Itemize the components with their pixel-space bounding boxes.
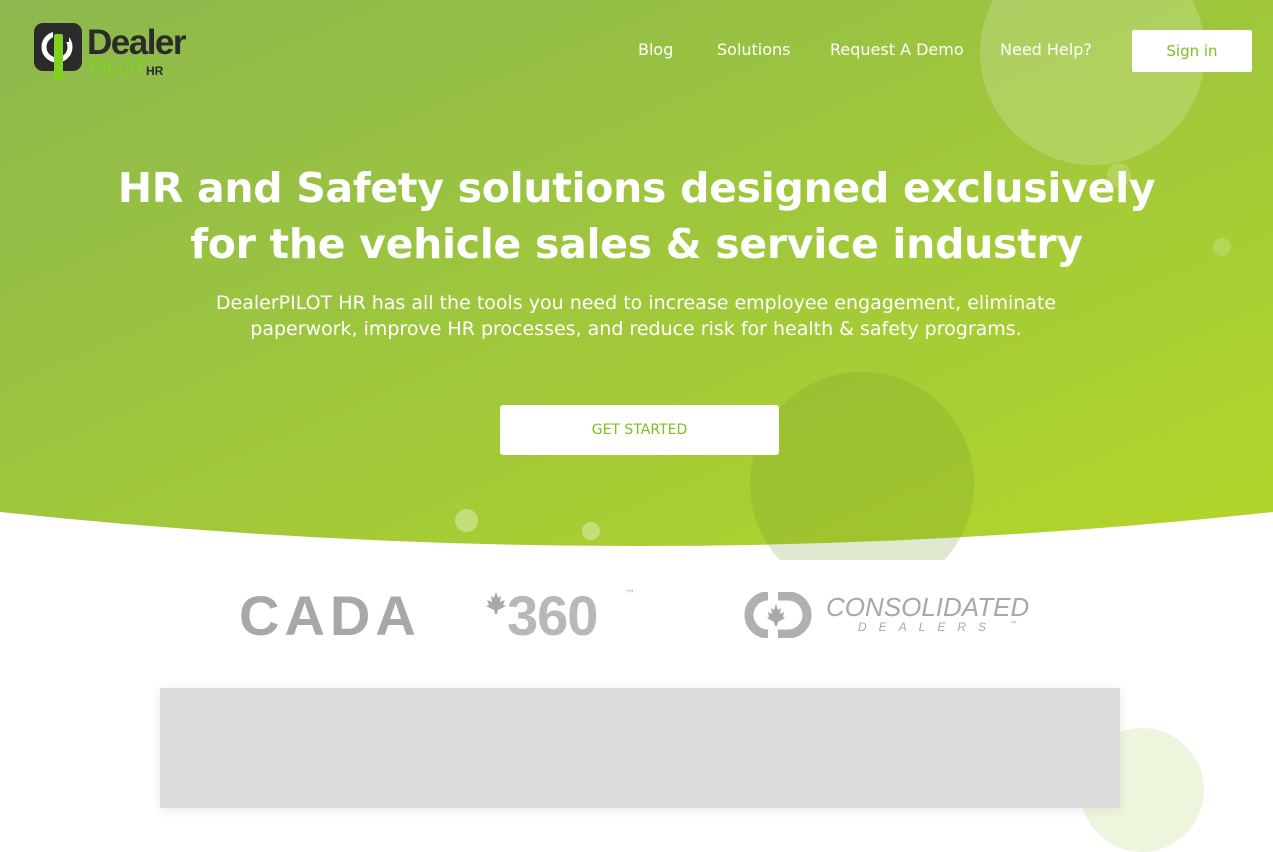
nav-link-solutions[interactable]: Solutions: [717, 40, 791, 59]
power-symbol-icon: [34, 23, 82, 80]
decor-bubble: [455, 509, 478, 532]
hero-headline: HR and Safety solutions designed exclusi…: [0, 160, 1273, 272]
hero-subtext: DealerPILOT HR has all the tools you nee…: [136, 290, 1136, 342]
get-started-button[interactable]: GET STARTED: [500, 405, 779, 455]
nav-link-blog[interactable]: Blog: [638, 40, 673, 59]
hero-subtext-line-1: DealerPILOT HR has all the tools you nee…: [215, 292, 1057, 314]
logo-word-hr: HR: [146, 64, 164, 78]
logo-word-pilot: PILOT: [88, 55, 148, 80]
consolidated-wordmark: CONSOLIDATED: [826, 592, 1030, 622]
dealers-wordmark: DEALERS: [858, 620, 999, 634]
hero-headline-line-2: for the vehicle sales & service industry: [190, 220, 1083, 268]
dealerpilot-logo[interactable]: Dealer PILOT HR: [33, 22, 203, 84]
dealers-trademark: ™: [1010, 620, 1018, 629]
cada-number: 360: [507, 584, 598, 647]
cada-trademark: ™: [625, 589, 635, 600]
cada360-logo: CADA 360 ™: [239, 583, 639, 647]
hero-headline-line-1: HR and Safety solutions designed exclusi…: [117, 164, 1156, 212]
sign-in-button[interactable]: Sign in: [1132, 30, 1252, 72]
decor-bubble: [582, 522, 600, 540]
hero-subtext-line-2: paperwork, improve HR processes, and red…: [250, 318, 1022, 340]
nav-link-need-help[interactable]: Need Help?: [1000, 40, 1092, 59]
nav-link-request-demo[interactable]: Request A Demo: [830, 40, 964, 59]
consolidated-dealers-logo: CONSOLIDATED DEALERS ™: [740, 592, 1050, 642]
hero-section: [0, 0, 1273, 560]
cada-wordmark: CADA: [239, 584, 421, 647]
video-placeholder[interactable]: [160, 688, 1120, 808]
maple-leaf-icon: [486, 592, 506, 614]
cd-emblem-icon: [744, 592, 812, 638]
